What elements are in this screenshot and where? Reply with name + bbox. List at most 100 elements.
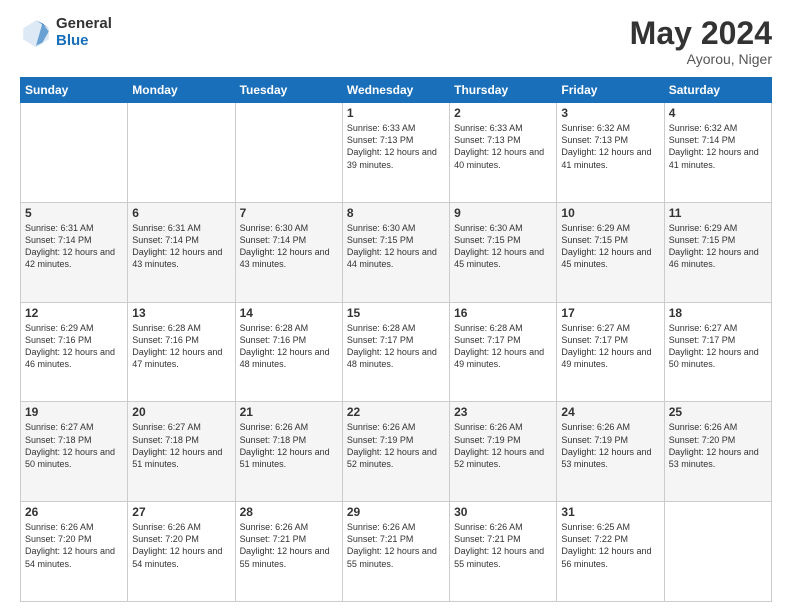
calendar-header-row: SundayMondayTuesdayWednesdayThursdayFrid… [21, 78, 772, 103]
calendar-cell: 8 Sunrise: 6:30 AMSunset: 7:15 PMDaylight… [342, 202, 449, 302]
cell-info: Sunrise: 6:30 AMSunset: 7:14 PMDaylight:… [240, 222, 338, 271]
day-number: 19 [25, 405, 123, 419]
calendar-cell: 1 Sunrise: 6:33 AMSunset: 7:13 PMDaylight… [342, 103, 449, 203]
calendar-week-row: 19 Sunrise: 6:27 AMSunset: 7:18 PMDayligh… [21, 402, 772, 502]
cell-info: Sunrise: 6:26 AMSunset: 7:20 PMDaylight:… [25, 521, 123, 570]
cell-info: Sunrise: 6:26 AMSunset: 7:18 PMDaylight:… [240, 421, 338, 470]
cell-info: Sunrise: 6:32 AMSunset: 7:14 PMDaylight:… [669, 122, 767, 171]
calendar-cell: 2Sunrise: 6:33 AMSunset: 7:13 PMDaylight… [450, 103, 557, 203]
calendar-cell: 4 Sunrise: 6:32 AMSunset: 7:14 PMDaylight… [664, 103, 771, 203]
day-number: 1 [347, 106, 445, 120]
logo: General Blue [20, 16, 112, 49]
day-number: 22 [347, 405, 445, 419]
day-number: 8 [347, 206, 445, 220]
logo-general: General [56, 16, 112, 33]
day-number: 7 [240, 206, 338, 220]
day-number: 14 [240, 306, 338, 320]
day-number: 18 [669, 306, 767, 320]
cell-info: Sunrise: 6:33 AMSunset: 7:13 PMDaylight:… [347, 122, 445, 171]
cell-info: Sunrise: 6:25 AMSunset: 7:22 PMDaylight:… [561, 521, 659, 570]
calendar-cell: 14 Sunrise: 6:28 AMSunset: 7:16 PMDayligh… [235, 302, 342, 402]
day-number: 29 [347, 505, 445, 519]
title-block: May 2024 Ayorou, Niger [630, 16, 772, 67]
page: General Blue May 2024 Ayorou, Niger Sund… [0, 0, 792, 612]
calendar-day-header: Sunday [21, 78, 128, 103]
day-number: 3 [561, 106, 659, 120]
day-number: 5 [25, 206, 123, 220]
calendar-cell: 22 Sunrise: 6:26 AMSunset: 7:19 PMDayligh… [342, 402, 449, 502]
calendar-cell: 25 Sunrise: 6:26 AMSunset: 7:20 PMDayligh… [664, 402, 771, 502]
calendar-cell: 21 Sunrise: 6:26 AMSunset: 7:18 PMDayligh… [235, 402, 342, 502]
day-number: 27 [132, 505, 230, 519]
cell-info: Sunrise: 6:26 AMSunset: 7:21 PMDaylight:… [347, 521, 445, 570]
logo-icon [20, 17, 52, 49]
cell-info: Sunrise: 6:31 AMSunset: 7:14 PMDaylight:… [25, 222, 123, 271]
cell-info: Sunrise: 6:33 AMSunset: 7:13 PMDaylight:… [454, 122, 552, 171]
calendar-cell: 29 Sunrise: 6:26 AMSunset: 7:21 PMDayligh… [342, 502, 449, 602]
cell-info: Sunrise: 6:28 AMSunset: 7:17 PMDaylight:… [454, 322, 552, 371]
cell-info: Sunrise: 6:27 AMSunset: 7:18 PMDaylight:… [132, 421, 230, 470]
day-number: 11 [669, 206, 767, 220]
day-number: 26 [25, 505, 123, 519]
calendar-cell [664, 502, 771, 602]
calendar-cell: 10 Sunrise: 6:29 AMSunset: 7:15 PMDayligh… [557, 202, 664, 302]
cell-info: Sunrise: 6:29 AMSunset: 7:15 PMDaylight:… [669, 222, 767, 271]
cell-info: Sunrise: 6:26 AMSunset: 7:21 PMDaylight:… [240, 521, 338, 570]
calendar-cell: 16 Sunrise: 6:28 AMSunset: 7:17 PMDayligh… [450, 302, 557, 402]
calendar-cell: 18Sunrise: 6:27 AMSunset: 7:17 PMDayligh… [664, 302, 771, 402]
calendar-day-header: Tuesday [235, 78, 342, 103]
cell-info: Sunrise: 6:28 AMSunset: 7:16 PMDaylight:… [240, 322, 338, 371]
cell-info: Sunrise: 6:26 AMSunset: 7:20 PMDaylight:… [132, 521, 230, 570]
cell-info: Sunrise: 6:26 AMSunset: 7:19 PMDaylight:… [561, 421, 659, 470]
calendar-cell: 6Sunrise: 6:31 AMSunset: 7:14 PMDaylight… [128, 202, 235, 302]
calendar-table: SundayMondayTuesdayWednesdayThursdayFrid… [20, 77, 772, 602]
calendar-cell [21, 103, 128, 203]
logo-blue: Blue [56, 33, 112, 50]
calendar-cell: 11 Sunrise: 6:29 AMSunset: 7:15 PMDayligh… [664, 202, 771, 302]
header: General Blue May 2024 Ayorou, Niger [20, 16, 772, 67]
calendar-cell: 9Sunrise: 6:30 AMSunset: 7:15 PMDaylight… [450, 202, 557, 302]
cell-info: Sunrise: 6:30 AMSunset: 7:15 PMDaylight:… [454, 222, 552, 271]
calendar-day-header: Saturday [664, 78, 771, 103]
calendar-cell: 13 Sunrise: 6:28 AMSunset: 7:16 PMDayligh… [128, 302, 235, 402]
cell-info: Sunrise: 6:28 AMSunset: 7:17 PMDaylight:… [347, 322, 445, 371]
day-number: 17 [561, 306, 659, 320]
calendar-cell [235, 103, 342, 203]
day-number: 10 [561, 206, 659, 220]
cell-info: Sunrise: 6:29 AMSunset: 7:15 PMDaylight:… [561, 222, 659, 271]
calendar-cell: 15Sunrise: 6:28 AMSunset: 7:17 PMDayligh… [342, 302, 449, 402]
calendar-cell: 7 Sunrise: 6:30 AMSunset: 7:14 PMDaylight… [235, 202, 342, 302]
day-number: 28 [240, 505, 338, 519]
day-number: 23 [454, 405, 552, 419]
cell-info: Sunrise: 6:31 AMSunset: 7:14 PMDaylight:… [132, 222, 230, 271]
cell-info: Sunrise: 6:27 AMSunset: 7:18 PMDaylight:… [25, 421, 123, 470]
calendar-cell: 31Sunrise: 6:25 AMSunset: 7:22 PMDayligh… [557, 502, 664, 602]
calendar-cell: 12Sunrise: 6:29 AMSunset: 7:16 PMDayligh… [21, 302, 128, 402]
day-number: 21 [240, 405, 338, 419]
cell-info: Sunrise: 6:26 AMSunset: 7:20 PMDaylight:… [669, 421, 767, 470]
day-number: 16 [454, 306, 552, 320]
month-title: May 2024 [630, 16, 772, 51]
calendar-cell: 30 Sunrise: 6:26 AMSunset: 7:21 PMDayligh… [450, 502, 557, 602]
calendar-cell: 17 Sunrise: 6:27 AMSunset: 7:17 PMDayligh… [557, 302, 664, 402]
day-number: 24 [561, 405, 659, 419]
calendar-day-header: Thursday [450, 78, 557, 103]
cell-info: Sunrise: 6:28 AMSunset: 7:16 PMDaylight:… [132, 322, 230, 371]
logo-text: General Blue [56, 16, 112, 49]
calendar-day-header: Friday [557, 78, 664, 103]
day-number: 4 [669, 106, 767, 120]
calendar-week-row: 1 Sunrise: 6:33 AMSunset: 7:13 PMDaylight… [21, 103, 772, 203]
calendar-cell: 28 Sunrise: 6:26 AMSunset: 7:21 PMDayligh… [235, 502, 342, 602]
cell-info: Sunrise: 6:26 AMSunset: 7:21 PMDaylight:… [454, 521, 552, 570]
calendar-cell: 24 Sunrise: 6:26 AMSunset: 7:19 PMDayligh… [557, 402, 664, 502]
calendar-day-header: Wednesday [342, 78, 449, 103]
cell-info: Sunrise: 6:27 AMSunset: 7:17 PMDaylight:… [561, 322, 659, 371]
cell-info: Sunrise: 6:30 AMSunset: 7:15 PMDaylight:… [347, 222, 445, 271]
day-number: 25 [669, 405, 767, 419]
calendar-day-header: Monday [128, 78, 235, 103]
cell-info: Sunrise: 6:26 AMSunset: 7:19 PMDaylight:… [347, 421, 445, 470]
calendar-week-row: 26 Sunrise: 6:26 AMSunset: 7:20 PMDayligh… [21, 502, 772, 602]
day-number: 30 [454, 505, 552, 519]
calendar-cell: 27 Sunrise: 6:26 AMSunset: 7:20 PMDayligh… [128, 502, 235, 602]
day-number: 13 [132, 306, 230, 320]
